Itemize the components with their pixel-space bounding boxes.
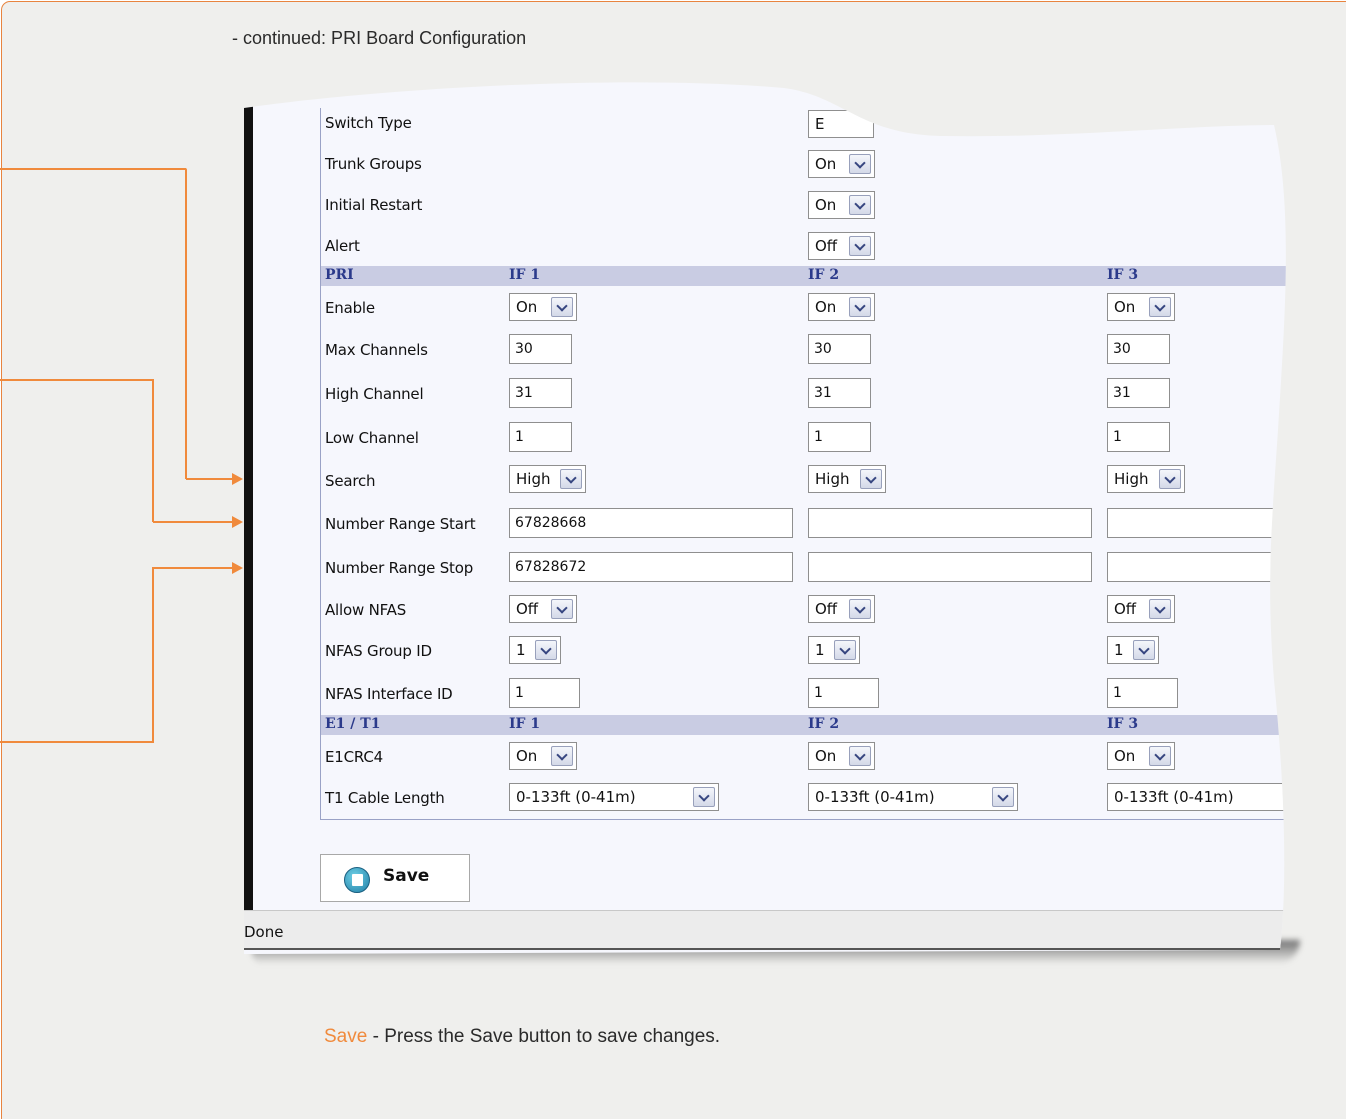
number-range-start-if2-input[interactable] xyxy=(808,508,1092,538)
high-channel-if2-input[interactable]: 31 xyxy=(808,378,871,408)
label-enable: Enable xyxy=(325,299,375,317)
pri-section-header: PRI IF 1 IF 2 IF 3 xyxy=(321,266,1321,286)
enable-if3-select[interactable]: On xyxy=(1107,293,1175,321)
e1t1-section-header: E1 / T1 IF 1 IF 2 IF 3 xyxy=(321,715,1321,735)
search-if3-select[interactable]: High xyxy=(1107,465,1185,493)
number-range-stop-if1-input[interactable]: 67828672 xyxy=(509,552,793,582)
label-low-channel: Low Channel xyxy=(325,429,419,447)
chevron-down-icon xyxy=(551,599,573,619)
t1-cable-length-if3-select[interactable]: 0-133ft (0-41m) xyxy=(1107,783,1307,811)
label-high-channel: High Channel xyxy=(325,385,424,403)
nfas-group-id-if3-select[interactable]: 1 xyxy=(1107,636,1159,664)
allow-nfas-if2-select[interactable]: Off xyxy=(808,595,875,623)
t1-cable-length-if1-select[interactable]: 0-133ft (0-41m) xyxy=(509,783,719,811)
chevron-down-icon xyxy=(1149,599,1171,619)
e1t1-if2-header: IF 2 xyxy=(808,716,840,732)
e1crc4-if3-select[interactable]: On xyxy=(1107,742,1175,770)
window-edge xyxy=(244,106,253,916)
nfas-interface-id-if3-input[interactable]: 1 xyxy=(1107,678,1178,708)
chevron-down-icon xyxy=(849,195,871,215)
pri-if1-header: IF 1 xyxy=(509,267,541,283)
label-allow-nfas: Allow NFAS xyxy=(325,601,407,619)
nfas-interface-id-if2-input[interactable]: 1 xyxy=(808,678,879,708)
high-channel-if3-input[interactable]: 31 xyxy=(1107,378,1170,408)
number-range-stop-if2-input[interactable] xyxy=(808,552,1092,582)
chevron-down-icon xyxy=(1159,469,1181,489)
chevron-down-icon xyxy=(849,154,871,174)
e1crc4-if2-select[interactable]: On xyxy=(808,742,875,770)
nfas-group-id-if1-select[interactable]: 1 xyxy=(509,636,561,664)
allow-nfas-if3-select[interactable]: Off xyxy=(1107,595,1175,623)
max-channels-if1-input[interactable]: 30 xyxy=(509,334,572,364)
chevron-down-icon xyxy=(860,469,882,489)
chevron-down-icon xyxy=(849,236,871,256)
section-caption: - continued: PRI Board Configuration xyxy=(232,28,527,48)
search-if2-select[interactable]: High xyxy=(808,465,886,493)
t1-cable-length-if2-select[interactable]: 0-133ft (0-41m) xyxy=(808,783,1018,811)
e1t1-if3-header: IF 3 xyxy=(1107,716,1139,732)
trunk-groups-select[interactable]: On xyxy=(808,150,875,178)
label-t1-cable-length: T1 Cable Length xyxy=(325,789,445,807)
chevron-down-icon xyxy=(535,640,557,660)
chevron-down-icon xyxy=(849,297,871,317)
save-disk-icon xyxy=(344,867,370,893)
e1t1-title: E1 / T1 xyxy=(325,716,381,732)
status-text: Done xyxy=(244,923,284,941)
high-channel-if1-input[interactable]: 31 xyxy=(509,378,572,408)
label-nfas-interface-id: NFAS Interface ID xyxy=(325,685,453,703)
label-nfas-group-id: NFAS Group ID xyxy=(325,642,432,660)
nfas-group-id-if2-select[interactable]: 1 xyxy=(808,636,860,664)
save-button[interactable]: Save xyxy=(320,854,470,902)
alert-select[interactable]: Off xyxy=(808,232,875,260)
footnote: Save - Press the Save button to save cha… xyxy=(324,1026,720,1048)
search-if1-select[interactable]: High xyxy=(509,465,586,493)
e1t1-if1-header: IF 1 xyxy=(509,716,541,732)
chevron-down-icon xyxy=(834,640,856,660)
screenshot-panel: Switch Type E Trunk Groups On Initial Re… xyxy=(244,80,1320,954)
chevron-down-icon xyxy=(849,746,871,766)
chevron-down-icon xyxy=(560,469,582,489)
pri-if3-header: IF 3 xyxy=(1107,267,1139,283)
low-channel-if3-input[interactable]: 1 xyxy=(1107,422,1170,452)
label-number-range-start: Number Range Start xyxy=(325,515,476,533)
chevron-down-icon xyxy=(1149,297,1171,317)
low-channel-if1-input[interactable]: 1 xyxy=(509,422,572,452)
label-alert: Alert xyxy=(325,237,360,255)
label-initial-restart: Initial Restart xyxy=(325,196,423,214)
nfas-interface-id-if1-input[interactable]: 1 xyxy=(509,678,580,708)
save-button-label: Save xyxy=(383,866,430,886)
status-bar: Done xyxy=(244,910,1320,950)
chevron-down-icon xyxy=(1133,640,1155,660)
enable-if2-select[interactable]: On xyxy=(808,293,875,321)
initial-restart-select[interactable]: On xyxy=(808,191,875,219)
footnote-term: Save xyxy=(324,1026,368,1047)
e1crc4-if1-select[interactable]: On xyxy=(509,742,577,770)
enable-if1-select[interactable]: On xyxy=(509,293,577,321)
chevron-down-icon xyxy=(849,599,871,619)
chevron-down-icon xyxy=(992,787,1014,807)
label-e1crc4: E1CRC4 xyxy=(325,748,383,766)
number-range-start-if1-input[interactable]: 67828668 xyxy=(509,508,793,538)
max-channels-if3-input[interactable]: 30 xyxy=(1107,334,1170,364)
pri-if2-header: IF 2 xyxy=(808,267,840,283)
footnote-text: - Press the Save button to save changes. xyxy=(367,1026,721,1047)
pri-title: PRI xyxy=(325,267,354,283)
chevron-down-icon xyxy=(551,297,573,317)
chevron-down-icon xyxy=(1149,746,1171,766)
max-channels-if2-input[interactable]: 30 xyxy=(808,334,871,364)
allow-nfas-if1-select[interactable]: Off xyxy=(509,595,577,623)
chevron-down-icon xyxy=(551,746,573,766)
label-search: Search xyxy=(325,472,376,490)
label-number-range-stop: Number Range Stop xyxy=(325,559,474,577)
label-max-channels: Max Channels xyxy=(325,341,428,359)
chevron-down-icon xyxy=(693,787,715,807)
label-trunk-groups: Trunk Groups xyxy=(325,155,422,173)
low-channel-if2-input[interactable]: 1 xyxy=(808,422,871,452)
label-switch-type: Switch Type xyxy=(325,114,412,132)
